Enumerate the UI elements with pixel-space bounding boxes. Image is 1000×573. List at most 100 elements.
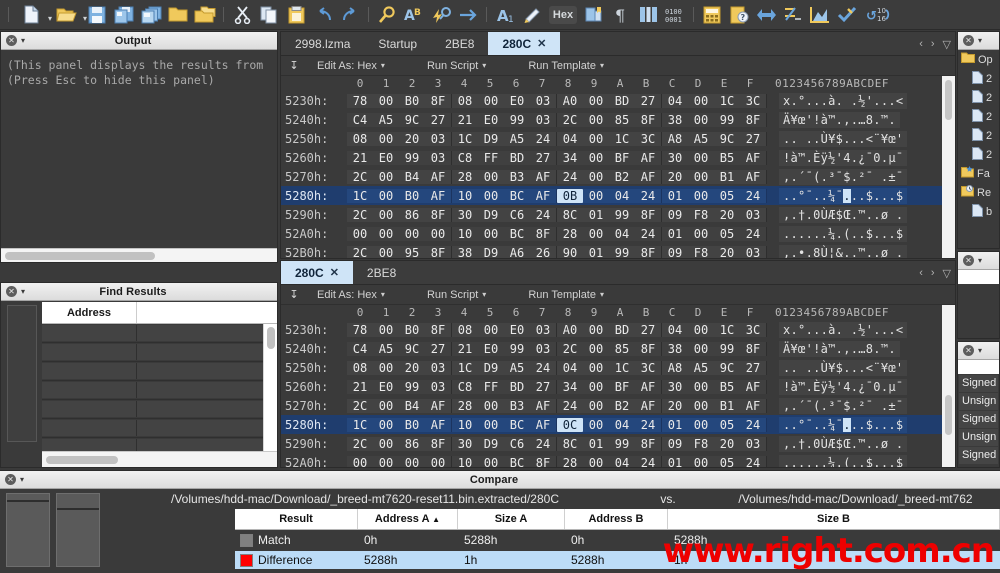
table-row[interactable] [42, 343, 263, 362]
hex-byte[interactable]: 2C [557, 113, 583, 127]
table-row[interactable] [42, 419, 263, 438]
hex-byte[interactable]: 03 [530, 94, 556, 108]
close-icon[interactable]: ✕ [963, 255, 974, 266]
hex-byte[interactable]: 38 [662, 342, 688, 356]
collapse-icon[interactable]: ↧ [281, 59, 307, 72]
hex-byte[interactable]: 00 [425, 456, 451, 468]
hex-byte[interactable]: 00 [373, 94, 399, 108]
hex-byte[interactable]: 38 [452, 246, 478, 259]
hex-row[interactable]: 52A0h: 00 00 00 00 10 00 BC 8F 28 00 04 24 01 00 05 24..… [281, 453, 955, 467]
run-script-dropdown[interactable]: Run Script ▾ [417, 289, 496, 301]
hex-byte[interactable]: 00 [688, 323, 714, 337]
hex-byte[interactable]: 27 [635, 323, 661, 337]
hex-byte[interactable]: 04 [609, 189, 635, 203]
hex-byte[interactable]: 00 [478, 189, 504, 203]
hex-byte[interactable]: 24 [635, 418, 661, 432]
hex-byte[interactable]: 01 [662, 227, 688, 241]
hex-byte[interactable]: 09 [662, 208, 688, 222]
hex-byte[interactable]: BD [609, 94, 635, 108]
hex-byte[interactable]: 00 [583, 361, 609, 375]
column-header-result[interactable]: Result [235, 509, 358, 529]
inspector-row[interactable]: Signed [959, 375, 998, 392]
tree-item[interactable]: 2 [958, 88, 999, 107]
hex-byte[interactable]: 04 [609, 227, 635, 241]
calculator-icon[interactable] [699, 2, 725, 28]
hex-byte[interactable]: 24 [530, 132, 556, 146]
hex-byte[interactable]: 03 [425, 361, 451, 375]
hex-byte[interactable]: F8 [688, 208, 714, 222]
hex-row[interactable]: 5260h: 21 E0 99 03 C8 FF BD 27 34 00 BF AF 30 00 B5 AF !à… [281, 148, 955, 167]
base-convert-icon[interactable]: ↺ 10 16 [861, 2, 895, 28]
hex-byte[interactable]: 01 [583, 246, 609, 259]
hex-byte[interactable]: 38 [662, 113, 688, 127]
hex-byte[interactable]: 85 [609, 342, 635, 356]
hex-byte[interactable]: AF [425, 399, 451, 413]
hex-row[interactable]: 5230h: 78 00 B0 8F 08 00 E0 03 A0 00 BD 27 04 00 1C 3C x.… [281, 91, 955, 110]
hex-ascii[interactable]: x.°...à. .½'...< [779, 92, 908, 109]
hex-byte[interactable]: B4 [399, 399, 425, 413]
hex-byte[interactable]: E0 [373, 380, 399, 394]
hex-byte[interactable]: 1C [609, 132, 635, 146]
hex-byte[interactable]: B3 [504, 399, 530, 413]
hex-byte[interactable]: 1C [714, 323, 740, 337]
hex-ascii[interactable]: .. ..Ù¥$...<¨¥œ' [779, 359, 908, 376]
check-icon[interactable] [834, 2, 860, 28]
hex-byte[interactable]: 1C [609, 361, 635, 375]
hex-byte[interactable]: 24 [740, 456, 766, 468]
hex-byte[interactable]: 00 [373, 227, 399, 241]
hex-byte[interactable]: 21 [452, 113, 478, 127]
table-row[interactable] [42, 438, 263, 451]
hex-byte[interactable]: 34 [557, 151, 583, 165]
hex-byte[interactable]: 28 [452, 170, 478, 184]
hex-ascii[interactable]: x.°...à. .½'...< [779, 321, 908, 338]
open-multiple-icon[interactable] [192, 2, 218, 28]
hex-byte[interactable]: 00 [373, 456, 399, 468]
hex-byte[interactable]: 27 [740, 132, 766, 146]
hex-row[interactable]: 52B0h: 2C 00 95 8F 38 D9 A6 26 90 01 99 8F 09 F8 20 03,.… [281, 243, 955, 258]
hex-byte[interactable]: 8F [635, 437, 661, 451]
hex-byte[interactable]: 00 [373, 189, 399, 203]
column-header-address-b[interactable]: Address B [565, 509, 668, 529]
hex-byte[interactable]: AF [425, 189, 451, 203]
chevron-down-icon[interactable]: ▾ [978, 256, 982, 265]
tab-280c[interactable]: 280C ✕ [488, 32, 561, 55]
hex-byte[interactable]: 00 [583, 227, 609, 241]
hex-byte[interactable]: 1C [714, 94, 740, 108]
hex-byte[interactable]: B5 [714, 151, 740, 165]
paste-icon[interactable] [283, 2, 309, 28]
hex-byte[interactable]: 24 [740, 418, 766, 432]
compare-minimap[interactable] [0, 489, 105, 573]
hex-ascii[interactable]: !à™.Èÿ½'4.¿¯0.µ¯ [779, 149, 908, 166]
hex-byte[interactable]: BC [504, 456, 530, 468]
hex-byte[interactable]: AF [530, 399, 556, 413]
hex-byte[interactable]: 8F [635, 113, 661, 127]
collapse-icon[interactable]: ↧ [281, 288, 307, 301]
column-header-address-a[interactable]: Address A ▲ [358, 509, 458, 529]
hex-byte[interactable]: 04 [557, 361, 583, 375]
inspector-row[interactable]: Signed [959, 447, 998, 464]
hex-byte[interactable]: 24 [635, 189, 661, 203]
inspector-header-field[interactable] [958, 360, 999, 374]
hex-ascii[interactable]: ,.´¯(.³¯$.²¯ .±¯ [779, 397, 908, 414]
hex-row[interactable]: 5280h: 1C 00 B0 AF 10 00 BC AF 0C 00 04 24 01 00 05 24..… [281, 415, 955, 434]
tab-next-icon[interactable]: › [931, 38, 935, 50]
close-icon[interactable]: ✕ [6, 286, 17, 297]
hex-byte[interactable]: 27 [635, 94, 661, 108]
hex-byte[interactable]: B2 [609, 170, 635, 184]
hex-byte[interactable]: 00 [583, 323, 609, 337]
table-row[interactable] [42, 324, 263, 343]
hex-byte[interactable]: 00 [399, 456, 425, 468]
table-row[interactable] [42, 381, 263, 400]
hex-byte[interactable]: 01 [662, 456, 688, 468]
hex-byte[interactable]: 00 [688, 151, 714, 165]
hex-byte[interactable]: 30 [662, 380, 688, 394]
hex-top-vertical-scrollbar[interactable] [942, 76, 955, 258]
hex-byte[interactable]: 2C [347, 170, 373, 184]
highlight-icon[interactable] [519, 2, 545, 28]
tab-280c[interactable]: 280C ✕ [281, 261, 353, 284]
hex-byte[interactable]: 85 [609, 113, 635, 127]
hex-byte[interactable]: 1C [452, 361, 478, 375]
hex-row[interactable]: 5270h: 2C 00 B4 AF 28 00 B3 AF 24 00 B2 AF 20 00 B1 AF,.… [281, 396, 955, 415]
tab-2be8[interactable]: 2BE8 [431, 32, 488, 55]
hex-byte[interactable]: 03 [740, 246, 766, 259]
